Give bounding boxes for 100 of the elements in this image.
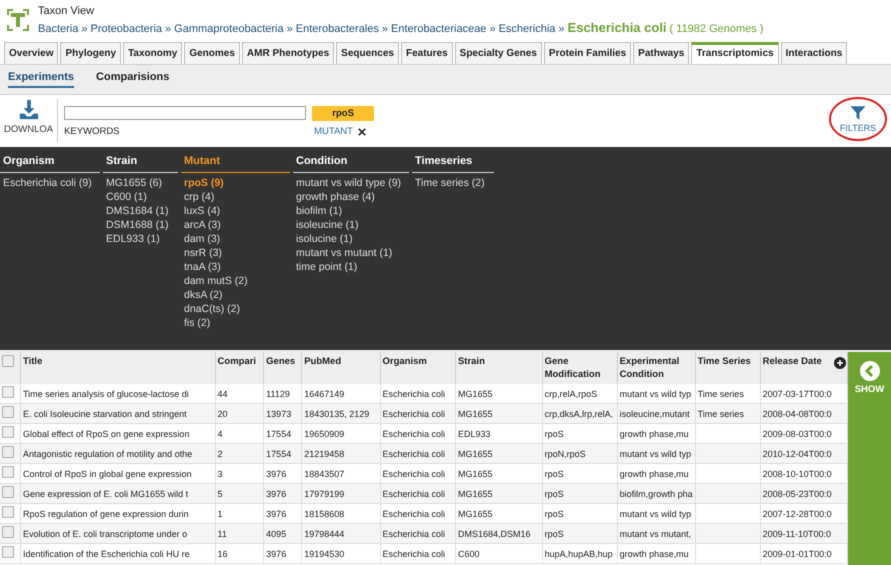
filter-option[interactable]: Time series (2) (415, 177, 491, 189)
filter-option[interactable]: C600 (1) (106, 191, 175, 203)
filter-option[interactable]: luxS (4) (184, 205, 287, 217)
table-cell-text: 5 (218, 488, 224, 500)
filter-option[interactable]: dksA (2) (184, 289, 287, 301)
breadcrumb-link[interactable]: Bacteria (38, 23, 78, 35)
table-cell-text: MG1655 (458, 448, 494, 460)
table-cell-text: MG1655 (458, 388, 494, 400)
breadcrumb-link[interactable]: Enterobacteriaceae (391, 23, 486, 35)
filter-option[interactable]: mutant vs wild type (9) (296, 177, 406, 189)
table-cell-text: mutant vs wild typ (620, 508, 692, 520)
table-cell-text: Global effect of RpoS on gene expression (23, 428, 190, 440)
table-cell-text: Escherichia coli (382, 528, 446, 540)
breadcrumb-link[interactable]: Escherichia (498, 23, 556, 35)
filter-option[interactable]: tnaA (3) (184, 261, 287, 273)
view-tab[interactable]: Overview (4, 42, 58, 64)
filter-option[interactable]: rpoS (9) (184, 177, 287, 189)
table-cell-text: 3 (218, 468, 224, 480)
table-cell-text: E. coli Isoleucine starvation and stringent (23, 408, 188, 420)
filter-option[interactable]: DSM1688 (1) (106, 219, 175, 231)
filter-option[interactable]: biofilm (1) (296, 205, 406, 217)
table-cell-text: 2009-11-10T00:0 (762, 528, 832, 540)
view-tab[interactable]: Protein Families (544, 42, 632, 64)
filter-option[interactable]: time point (1) (296, 261, 406, 273)
breadcrumb-link[interactable]: Gammaproteobacteria (174, 23, 284, 35)
filter-option[interactable]: Escherichia coli (9) (3, 177, 97, 189)
filter-option[interactable]: nsrR (3) (184, 247, 287, 259)
table-cell-text: Gene expression of E. coli MG1655 wild t (23, 488, 190, 500)
filter-option[interactable]: growth phase (4) (296, 191, 406, 203)
add-column-icon[interactable] (834, 357, 846, 369)
chevron-left-icon[interactable] (860, 361, 880, 381)
filter-icon[interactable] (849, 104, 867, 122)
table-cell-text: 44 (218, 388, 229, 400)
keywords-field[interactable] (64, 106, 306, 120)
filter-option[interactable]: crp (4) (184, 191, 287, 203)
sub-tab[interactable]: Experiments (8, 70, 74, 88)
view-tab[interactable]: Pathways (633, 42, 690, 64)
breadcrumb-link[interactable]: Proteobacteria (90, 23, 162, 35)
row-checkbox[interactable] (2, 406, 14, 418)
table-cell-text: crp,relA,rpoS (544, 388, 598, 400)
table-cell-text: 2009-08-03T00:0 (762, 428, 833, 440)
filter-option[interactable]: EDL933 (1) (106, 233, 175, 245)
column-header[interactable]: Title (23, 355, 42, 368)
table-cell-text: Control of RpoS in global gene expression (23, 468, 193, 480)
filter-option[interactable]: arcA (3) (184, 219, 287, 231)
filter-option[interactable]: DMS1684 (1) (106, 205, 175, 217)
filter-option[interactable]: fis (2) (184, 317, 287, 329)
table-cell-text: Escherichia coli (382, 388, 446, 400)
table-cell-text: mutant vs wild typ (620, 388, 692, 400)
row-checkbox[interactable] (2, 506, 14, 518)
column-header[interactable]: Strain (458, 355, 485, 368)
view-tab[interactable]: Transcriptomics (691, 42, 779, 64)
table-cell-text: rpoS (544, 468, 565, 480)
table-cell-text: isoleucine,mutant (620, 408, 691, 420)
filter-group-title[interactable]: Timeseries (412, 155, 494, 173)
view-tab[interactable]: Genomes (184, 42, 240, 64)
table-cell-text: 3976 (266, 488, 288, 500)
filter-group-title[interactable]: Condition (293, 155, 409, 173)
table-cell-text: 13973 (266, 408, 292, 420)
table-cell-text: 16467149 (304, 388, 346, 400)
column-header[interactable]: PubMed (304, 355, 342, 368)
row-checkbox[interactable] (2, 386, 14, 398)
filter-group-title[interactable]: Mutant (181, 155, 290, 173)
row-checkbox[interactable] (2, 546, 14, 558)
view-tab[interactable]: Interactions (780, 42, 848, 64)
row-checkbox[interactable] (2, 466, 14, 478)
row-checkbox[interactable] (2, 446, 14, 458)
filter-group-title[interactable]: Strain (103, 155, 178, 173)
filters-button[interactable]: FILTERS (829, 97, 887, 141)
view-tab[interactable]: AMR Phenotypes (242, 42, 334, 64)
view-tab[interactable]: Taxonomy (123, 42, 182, 64)
row-checkbox[interactable] (2, 426, 14, 438)
table-cell-text: growth phase,mu (620, 548, 690, 560)
filter-group-title[interactable]: Organism (0, 155, 100, 173)
table-cell-text: Escherichia coli (382, 548, 446, 560)
filter-option[interactable]: mutant vs mutant (1) (296, 247, 406, 259)
filter-option[interactable]: dam (3) (184, 233, 287, 245)
breadcrumb-link[interactable]: Enterobacterales (296, 23, 379, 35)
filter-option[interactable]: MG1655 (6) (106, 177, 175, 189)
view-tab[interactable]: Sequences (336, 42, 399, 64)
download-button[interactable]: DOWNLOA (0, 99, 58, 143)
filter-option[interactable]: dnaC(ts) (2) (184, 303, 287, 315)
filter-option[interactable]: isolucine (1) (296, 233, 406, 245)
table-cell-text: Time series (698, 388, 745, 400)
table-cell-text: crp,dksA,lrp,relA, (544, 408, 614, 420)
close-icon[interactable] (358, 128, 366, 136)
table-cell-text: 18843507 (304, 468, 346, 480)
view-tab[interactable]: Phylogeny (60, 42, 122, 64)
download-icon[interactable] (18, 99, 40, 121)
row-checkbox[interactable] (2, 486, 14, 498)
sub-tab[interactable]: Comparisions (96, 70, 170, 88)
filter-option[interactable]: dam mutS (2) (184, 275, 287, 287)
filter-option[interactable]: isoleucine (1) (296, 219, 406, 231)
table-cell-text: 19798444 (304, 528, 346, 540)
table-cell-text: Time series (698, 408, 745, 420)
row-checkbox[interactable] (2, 526, 14, 538)
view-tab[interactable]: Specialty Genes (454, 42, 542, 64)
select-all-checkbox[interactable] (2, 355, 14, 367)
table-cell-text: rpoS (544, 528, 565, 540)
view-tab[interactable]: Features (400, 42, 453, 64)
